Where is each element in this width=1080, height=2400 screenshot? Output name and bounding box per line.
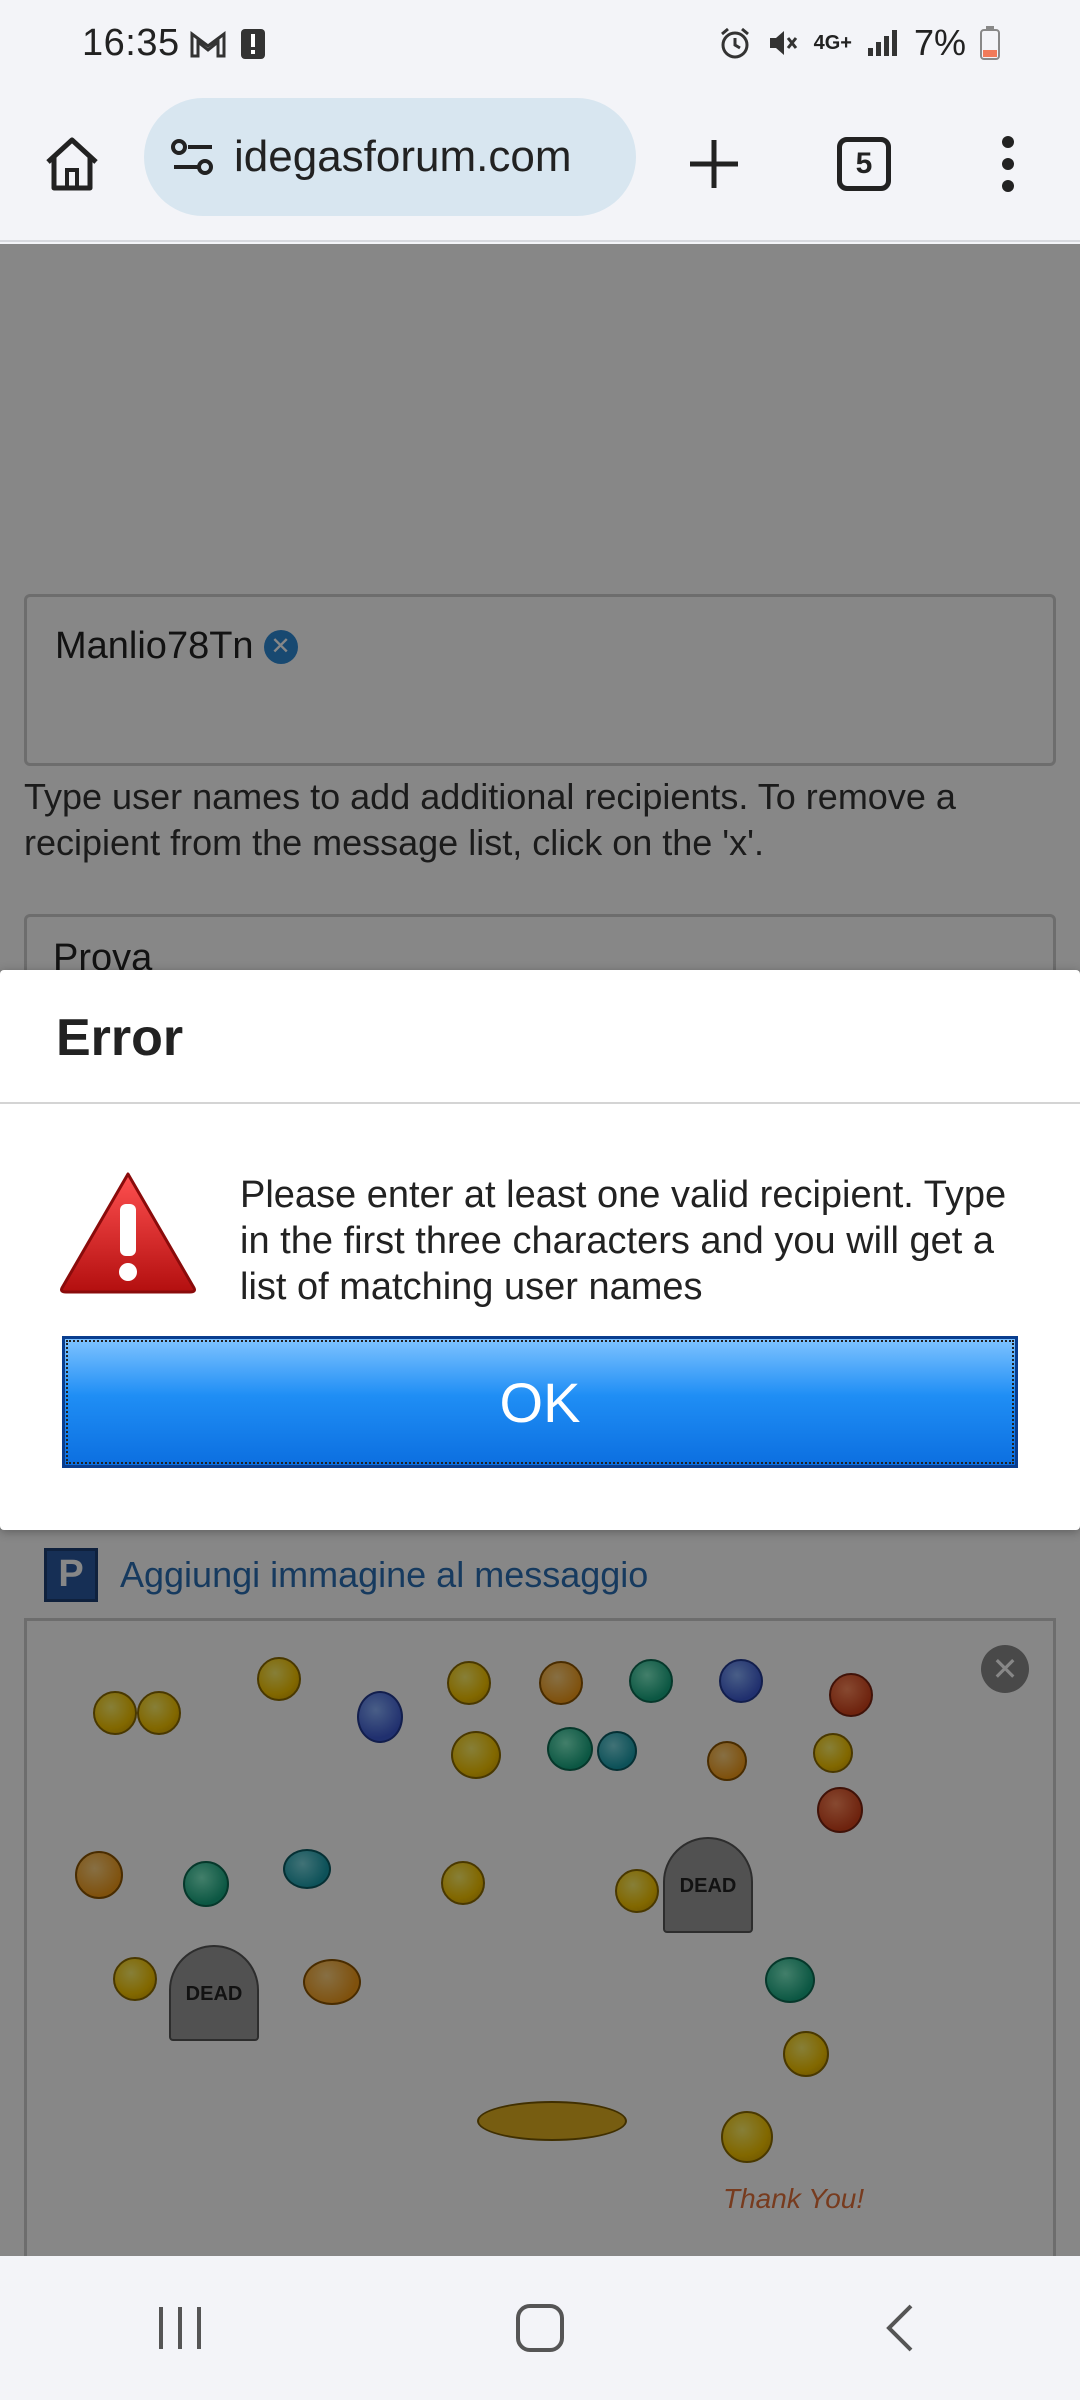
url-text: idegasforum.com — [234, 132, 572, 181]
battery-icon — [980, 26, 1000, 60]
home-button[interactable] — [22, 114, 122, 214]
signal-icon — [867, 30, 897, 56]
new-tab-button[interactable] — [664, 114, 764, 214]
plus-icon — [690, 140, 738, 188]
status-right: 4G+ 7% — [718, 22, 1000, 64]
home-icon — [46, 137, 98, 191]
browser-toolbar: idegasforum.com 5 — [0, 92, 1080, 242]
recent-apps-button[interactable] — [120, 2268, 240, 2388]
dialog-header: Error — [0, 970, 1080, 1104]
tab-switcher-button[interactable]: 5 — [814, 114, 914, 214]
dialog-title: Error — [56, 1009, 184, 1067]
more-vert-icon — [1002, 136, 1014, 192]
back-icon — [886, 2304, 913, 2352]
tab-count: 5 — [837, 137, 891, 191]
site-settings-icon — [171, 139, 213, 175]
network-type: 4G+ — [813, 31, 852, 54]
error-dialog: Error Please enter at least one valid re… — [0, 970, 1080, 1530]
status-bar: 16:35 4G+ 7% — [0, 0, 1080, 92]
notification-icons — [190, 28, 266, 60]
back-button[interactable] — [840, 2268, 960, 2388]
alert-notification-icon — [241, 29, 265, 59]
gmail-icon — [190, 31, 226, 58]
battery-percent: 7% — [913, 22, 966, 63]
dialog-message: Please enter at least one valid recipien… — [240, 1174, 1007, 1308]
recent-apps-icon — [159, 2307, 201, 2349]
warning-icon — [58, 1170, 198, 1299]
ok-button[interactable]: OK — [62, 1336, 1018, 1468]
home-nav-button[interactable] — [480, 2268, 600, 2388]
home-nav-icon — [516, 2304, 564, 2352]
url-bar[interactable]: idegasforum.com — [144, 98, 636, 216]
mute-icon — [769, 31, 797, 55]
menu-button[interactable] — [958, 114, 1058, 214]
alarm-icon — [720, 27, 749, 59]
status-time: 16:35 — [82, 22, 180, 64]
navigation-bar — [0, 2256, 1080, 2400]
